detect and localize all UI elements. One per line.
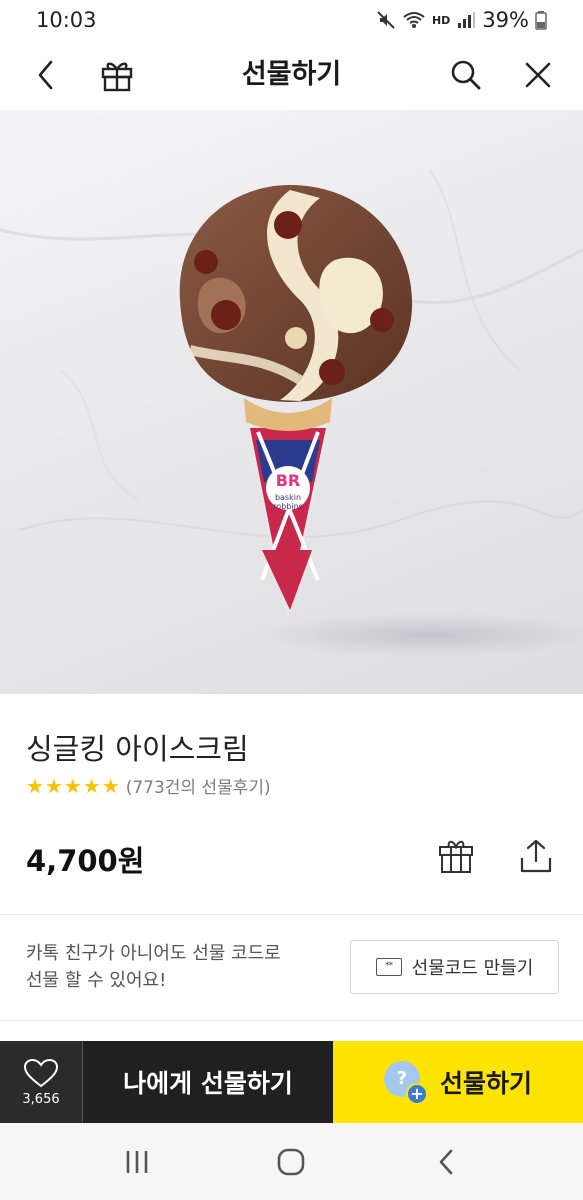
ticket-icon: ** xyxy=(375,958,402,976)
signal-icon xyxy=(458,12,476,28)
divider xyxy=(0,1020,583,1021)
recent-apps-button[interactable] xyxy=(107,1132,167,1192)
status-icons: HD 39% xyxy=(376,8,547,32)
status-time: 10:03 xyxy=(36,8,97,32)
search-icon xyxy=(451,60,481,90)
product-price: 4,700원 xyxy=(26,844,145,878)
price-actions xyxy=(435,835,557,877)
page-title: 선물하기 xyxy=(241,59,342,90)
home-icon xyxy=(278,1148,305,1175)
add-friend-badge: + xyxy=(405,1083,428,1105)
gift-box-button[interactable] xyxy=(95,53,139,97)
brand-line-1: baskin xyxy=(275,493,301,502)
gift-code-text-line-2: 선물 할 수 있어요! xyxy=(26,970,167,991)
star-icon: ★ xyxy=(101,773,120,798)
share-icon xyxy=(520,839,552,873)
star-icon: ★ xyxy=(63,773,82,798)
home-button[interactable] xyxy=(261,1132,321,1192)
brand-line-2: robbins xyxy=(273,502,303,511)
gift-to-self-button[interactable]: 나에게 선물하기 xyxy=(83,1041,333,1123)
bottom-action-bar: 3,656 나에게 선물하기 ? + 선물하기 xyxy=(0,1041,583,1123)
close-icon xyxy=(525,62,551,88)
create-gift-code-button[interactable]: ** 선물코드 만들기 xyxy=(350,940,559,994)
send-gift-button[interactable]: ? + 선물하기 xyxy=(333,1041,583,1123)
system-back-button[interactable] xyxy=(416,1132,476,1192)
recent-apps-icon xyxy=(126,1150,148,1173)
gift-code-text-line-1: 카톡 친구가 아니어도 선물 코드로 xyxy=(26,943,281,964)
hd-voice-badge: HD xyxy=(431,13,451,27)
system-nav-bar xyxy=(0,1123,583,1200)
ice-cream-cone-illustration: BR baskin robbins xyxy=(0,169,583,657)
divider xyxy=(0,914,583,915)
chevron-left-icon xyxy=(38,60,53,90)
gift-friend-icon: ? + xyxy=(383,1061,428,1105)
search-button[interactable] xyxy=(444,53,488,97)
gift-icon xyxy=(101,62,133,92)
rating-stars: ★ ★ ★ ★ ★ xyxy=(26,775,120,797)
send-gift-label: 선물하기 xyxy=(439,1069,532,1098)
product-image: BR baskin robbins xyxy=(0,110,583,694)
product-name: 싱글킹 아이스크림 xyxy=(26,732,249,766)
share-button[interactable] xyxy=(515,835,557,877)
back-icon xyxy=(439,1149,453,1174)
star-icon: ★ xyxy=(44,773,63,798)
mute-icon xyxy=(377,11,395,29)
gift-code-description: 카톡 친구가 아니어도 선물 코드로 선물 할 수 있어요! xyxy=(26,940,281,994)
app-header: 선물하기 xyxy=(0,40,583,110)
create-gift-code-label: 선물코드 만들기 xyxy=(411,958,534,979)
battery-percent: 39% xyxy=(482,8,529,32)
wifi-icon xyxy=(403,12,425,28)
heart-icon xyxy=(23,1058,59,1087)
gift-icon xyxy=(439,840,473,873)
back-button[interactable] xyxy=(24,53,68,97)
gift-wrap-button[interactable] xyxy=(435,835,477,877)
star-icon: ★ xyxy=(82,773,101,798)
status-bar: 10:03 HD 39% xyxy=(0,0,583,40)
like-count: 3,656 xyxy=(22,1091,60,1107)
rating-row[interactable]: ★ ★ ★ ★ ★ (773건의 선물후기) xyxy=(26,773,271,799)
battery-icon xyxy=(535,11,547,30)
br-logo: BR xyxy=(276,471,301,490)
close-button[interactable] xyxy=(516,53,560,97)
like-button[interactable]: 3,656 xyxy=(0,1041,83,1123)
star-icon: ★ xyxy=(26,773,44,798)
review-count: (773건의 선물후기) xyxy=(125,778,271,798)
